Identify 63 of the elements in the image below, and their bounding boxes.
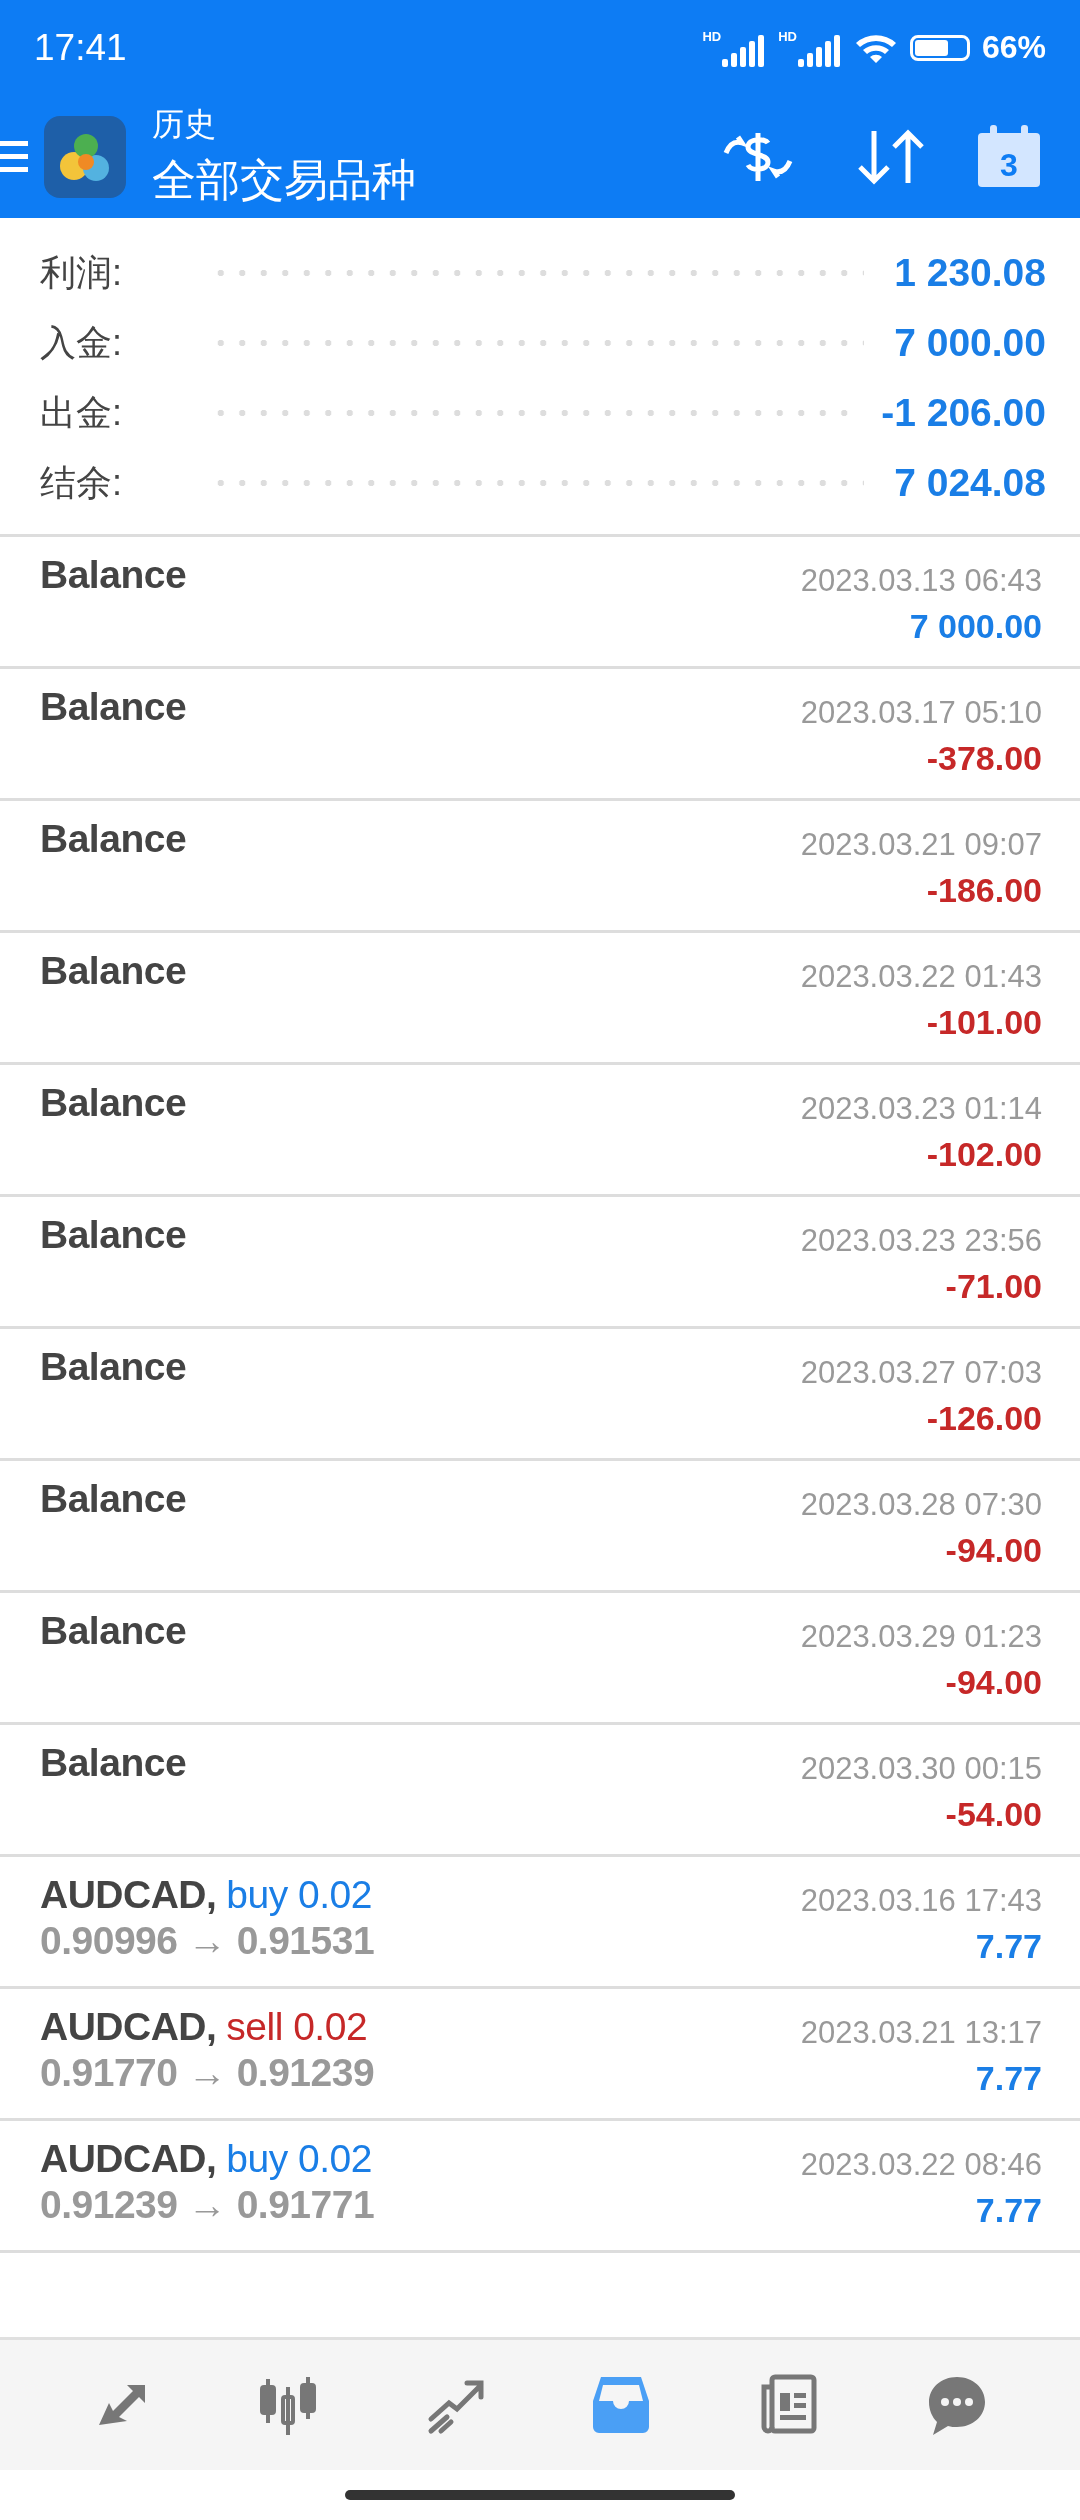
battery-icon — [909, 34, 970, 61]
deal-time: 2023.03.30 00:15 — [800, 1751, 1042, 1787]
deal-title: Balance — [40, 1345, 188, 1389]
deal-time: 2023.03.28 07:30 — [800, 1487, 1042, 1523]
deal-amount: -101.00 — [926, 1003, 1042, 1042]
deal-time: 2023.03.29 01:23 — [800, 1619, 1042, 1655]
deal-amount: 7.77 — [975, 2191, 1042, 2230]
symbol-name: AUDCAD, — [40, 2005, 217, 2049]
deal-amount: -71.00 — [945, 1267, 1042, 1306]
deal-time: 2023.03.13 06:43 — [800, 563, 1042, 599]
deal-time: 2023.03.23 23:56 — [800, 1223, 1042, 1259]
deal-title: Balance — [40, 553, 188, 597]
summary-value: 1 230.08 — [894, 251, 1046, 295]
deal-time: 2023.03.17 05:10 — [800, 695, 1042, 731]
summary-label: 出金: — [40, 390, 123, 435]
trade-action: sell 0.02 — [226, 2005, 368, 2049]
summary-value: -1 206.00 — [881, 391, 1046, 435]
deal-time: 2023.03.21 13:17 — [800, 2015, 1042, 2051]
price-range: 0.90996 → 0.91531 — [40, 1919, 376, 1963]
deal-time: 2023.03.21 09:07 — [800, 827, 1042, 863]
battery-percent: 66% — [981, 29, 1046, 66]
deal-amount: -378.00 — [926, 739, 1042, 778]
symbol-name: AUDCAD, — [40, 2137, 217, 2181]
deal-title: Balance — [40, 685, 188, 729]
deal-amount: -102.00 — [926, 1135, 1042, 1174]
deal-time: 2023.03.22 01:43 — [800, 959, 1042, 995]
deal-time: 2023.03.23 01:14 — [800, 1091, 1042, 1127]
trade-action: buy 0.02 — [226, 1873, 372, 1917]
symbol-filter: 全部交易品种 — [152, 154, 417, 206]
deal-amount: 7.77 — [975, 1927, 1042, 1966]
summary-label: 入金: — [40, 320, 123, 365]
deal-time: 2023.03.27 07:03 — [800, 1355, 1042, 1391]
deal-title: Balance — [40, 949, 188, 993]
clock: 17:41 — [34, 26, 128, 69]
deal-title: Balance — [40, 1477, 188, 1521]
deal-amount: -94.00 — [945, 1663, 1042, 1702]
screen-title: 历史 — [152, 105, 217, 144]
deal-amount: 7 000.00 — [909, 607, 1042, 646]
symbol-name: AUDCAD, — [40, 1873, 217, 1917]
deal-title: Balance — [40, 1741, 188, 1785]
deal-amount: -94.00 — [945, 1531, 1042, 1570]
deal-title: Balance — [40, 817, 188, 861]
summary-label: 结余: — [40, 460, 123, 505]
deal-amount: -126.00 — [926, 1399, 1042, 1438]
network-label: HD — [778, 28, 797, 44]
deal-title: Balance — [40, 1081, 188, 1125]
network-label: HD — [702, 28, 722, 44]
trade-action: buy 0.02 — [226, 2137, 372, 2181]
summary-label: 利润: — [40, 250, 123, 295]
deal-amount: -186.00 — [926, 871, 1042, 910]
deal-title: Balance — [40, 1609, 188, 1653]
deal-amount: 7.77 — [975, 2059, 1042, 2098]
deal-amount: -54.00 — [945, 1795, 1042, 1834]
signal-icon — [722, 34, 767, 67]
price-range: 0.91239 → 0.91771 — [40, 2183, 376, 2227]
app-logo-icon — [44, 115, 126, 198]
signal-icon — [797, 34, 842, 67]
price-range: 0.91770 → 0.91239 — [40, 2051, 376, 2095]
deal-title: Balance — [40, 1213, 188, 1257]
deal-time: 2023.03.22 08:46 — [800, 2147, 1042, 2183]
summary-value: 7 000.00 — [894, 321, 1046, 365]
deal-time: 2023.03.16 17:43 — [800, 1883, 1042, 1919]
summary-value: 7 024.08 — [894, 461, 1046, 505]
